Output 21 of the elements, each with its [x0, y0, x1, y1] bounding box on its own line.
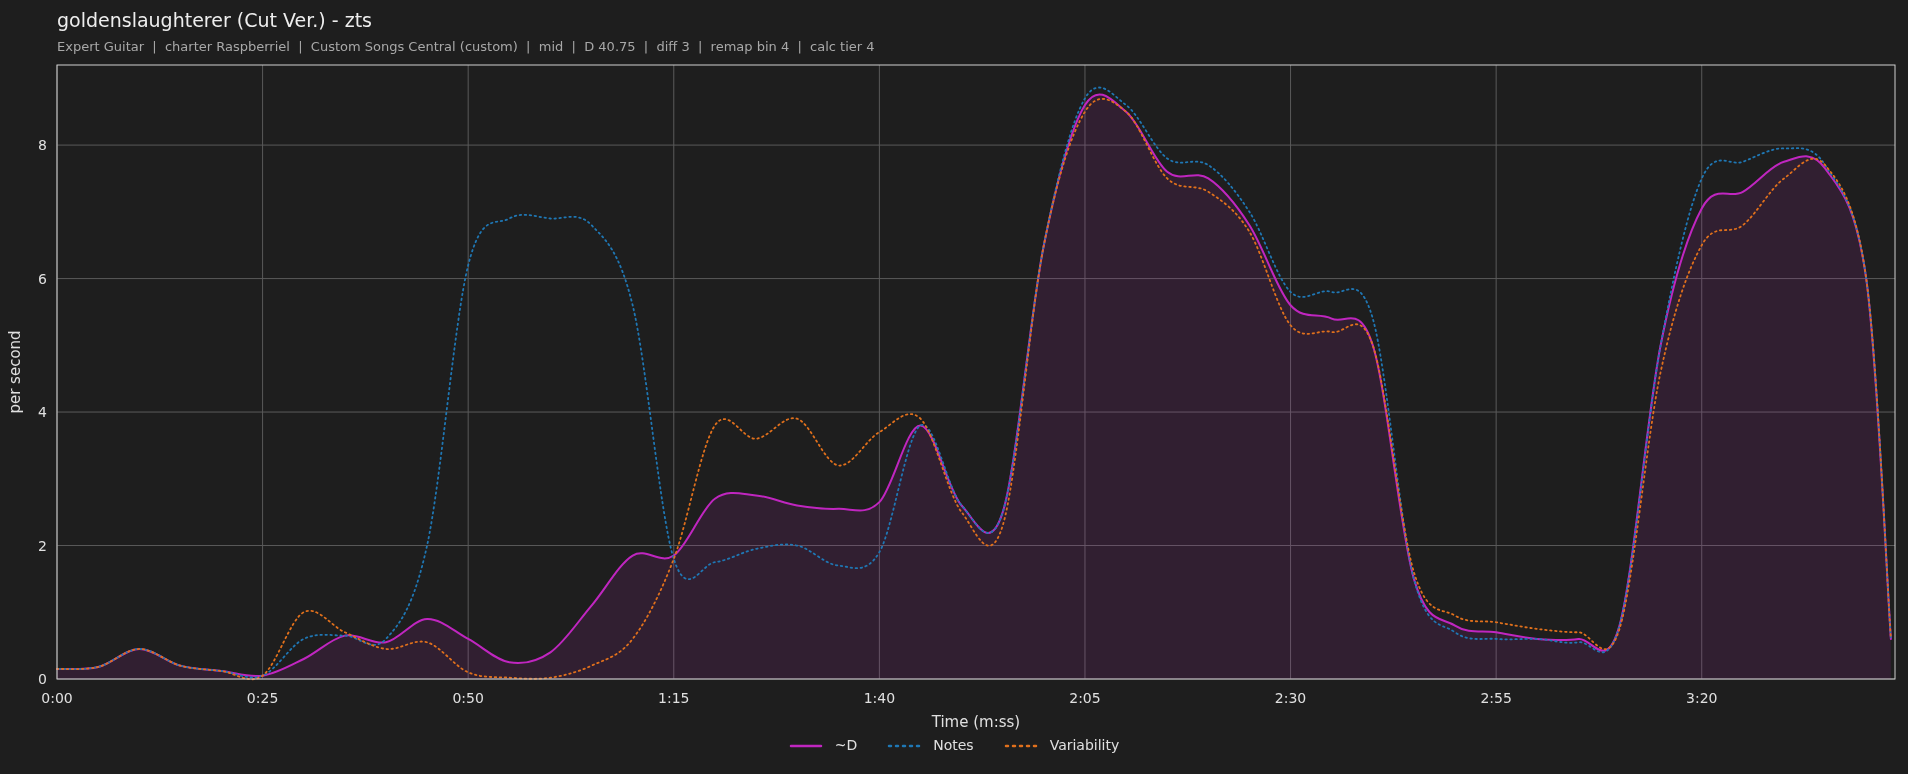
- y-tick-label: 2: [38, 537, 47, 554]
- x-tick-label: 1:15: [658, 690, 690, 706]
- x-tick-label: 0:50: [452, 690, 484, 706]
- chart-subtitle: Expert Guitar | charter Raspberriel | Custom Songs Central (custom) | mid | D 40.75 | diff 3 | remap bin 4 | calc tier 4: [57, 38, 875, 56]
- y-tick-label: 4: [38, 404, 47, 421]
- x-tick-label: 2:30: [1274, 690, 1307, 706]
- y-tick-label: 8: [38, 137, 47, 154]
- legend-label: ~D: [834, 736, 858, 755]
- x-tick-label: 2:05: [1069, 690, 1101, 706]
- x-tick-label: 0:25: [246, 690, 279, 706]
- x-tick-label: 3:20: [1686, 690, 1718, 706]
- y-axis-title: per second: [6, 330, 24, 414]
- x-axis-title: Time (m:ss): [931, 713, 1021, 731]
- y-tick-label: 6: [38, 270, 47, 287]
- x-tick-label: 0:00: [41, 690, 73, 706]
- legend-label: Variability: [1049, 736, 1120, 755]
- x-tick-label: 1:40: [863, 690, 896, 706]
- y-tick-label: 0: [38, 671, 47, 687]
- x-tick-label: 2:55: [1480, 690, 1512, 706]
- chart-title: goldenslaughterer (Cut Ver.) - zts: [57, 8, 372, 33]
- legend-label: Notes: [933, 736, 974, 755]
